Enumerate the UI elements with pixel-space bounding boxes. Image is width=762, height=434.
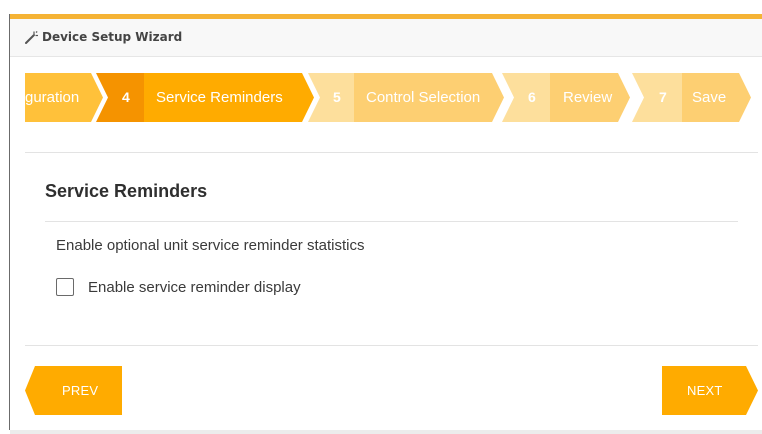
wand-icon: [25, 31, 38, 44]
prev-button-label: PREV: [62, 383, 99, 398]
step-number: 5: [333, 89, 341, 105]
wizard-titlebar: Device Setup Wizard: [10, 19, 762, 57]
step-save[interactable]: 7 Save: [632, 73, 751, 122]
title-divider: [45, 221, 738, 222]
step-number: 6: [528, 89, 536, 105]
section-description: Enable optional unit service reminder st…: [56, 237, 365, 254]
step-label: guration: [25, 89, 80, 106]
step-service-reminders[interactable]: 4 Service Reminders: [96, 73, 316, 122]
window-bottom-edge: [10, 430, 762, 434]
step-review[interactable]: 6 Review: [502, 73, 630, 122]
next-button[interactable]: NEXT: [662, 366, 758, 415]
section-title: Service Reminders: [45, 181, 208, 201]
next-button-label: NEXT: [687, 383, 723, 398]
enable-service-reminder-label[interactable]: Enable service reminder display: [88, 279, 301, 296]
step-label: Control Selection: [366, 89, 481, 106]
step-label: Service Reminders: [156, 89, 283, 106]
step-configuration[interactable]: guration: [25, 73, 103, 122]
prev-button[interactable]: PREV: [25, 366, 122, 415]
footer-divider: [25, 345, 758, 346]
wizard-steps: guration 4 Service Reminders 5 Control S…: [25, 73, 762, 123]
step-label: Review: [563, 89, 613, 106]
steps-divider: [25, 152, 758, 153]
step-number: 4: [122, 89, 130, 105]
step-control-selection[interactable]: 5 Control Selection: [308, 73, 504, 122]
step-number: 7: [659, 89, 667, 105]
enable-service-reminder-checkbox[interactable]: [56, 278, 74, 296]
step-label: Save: [692, 89, 727, 106]
wizard-title: Device Setup Wizard: [42, 30, 183, 44]
